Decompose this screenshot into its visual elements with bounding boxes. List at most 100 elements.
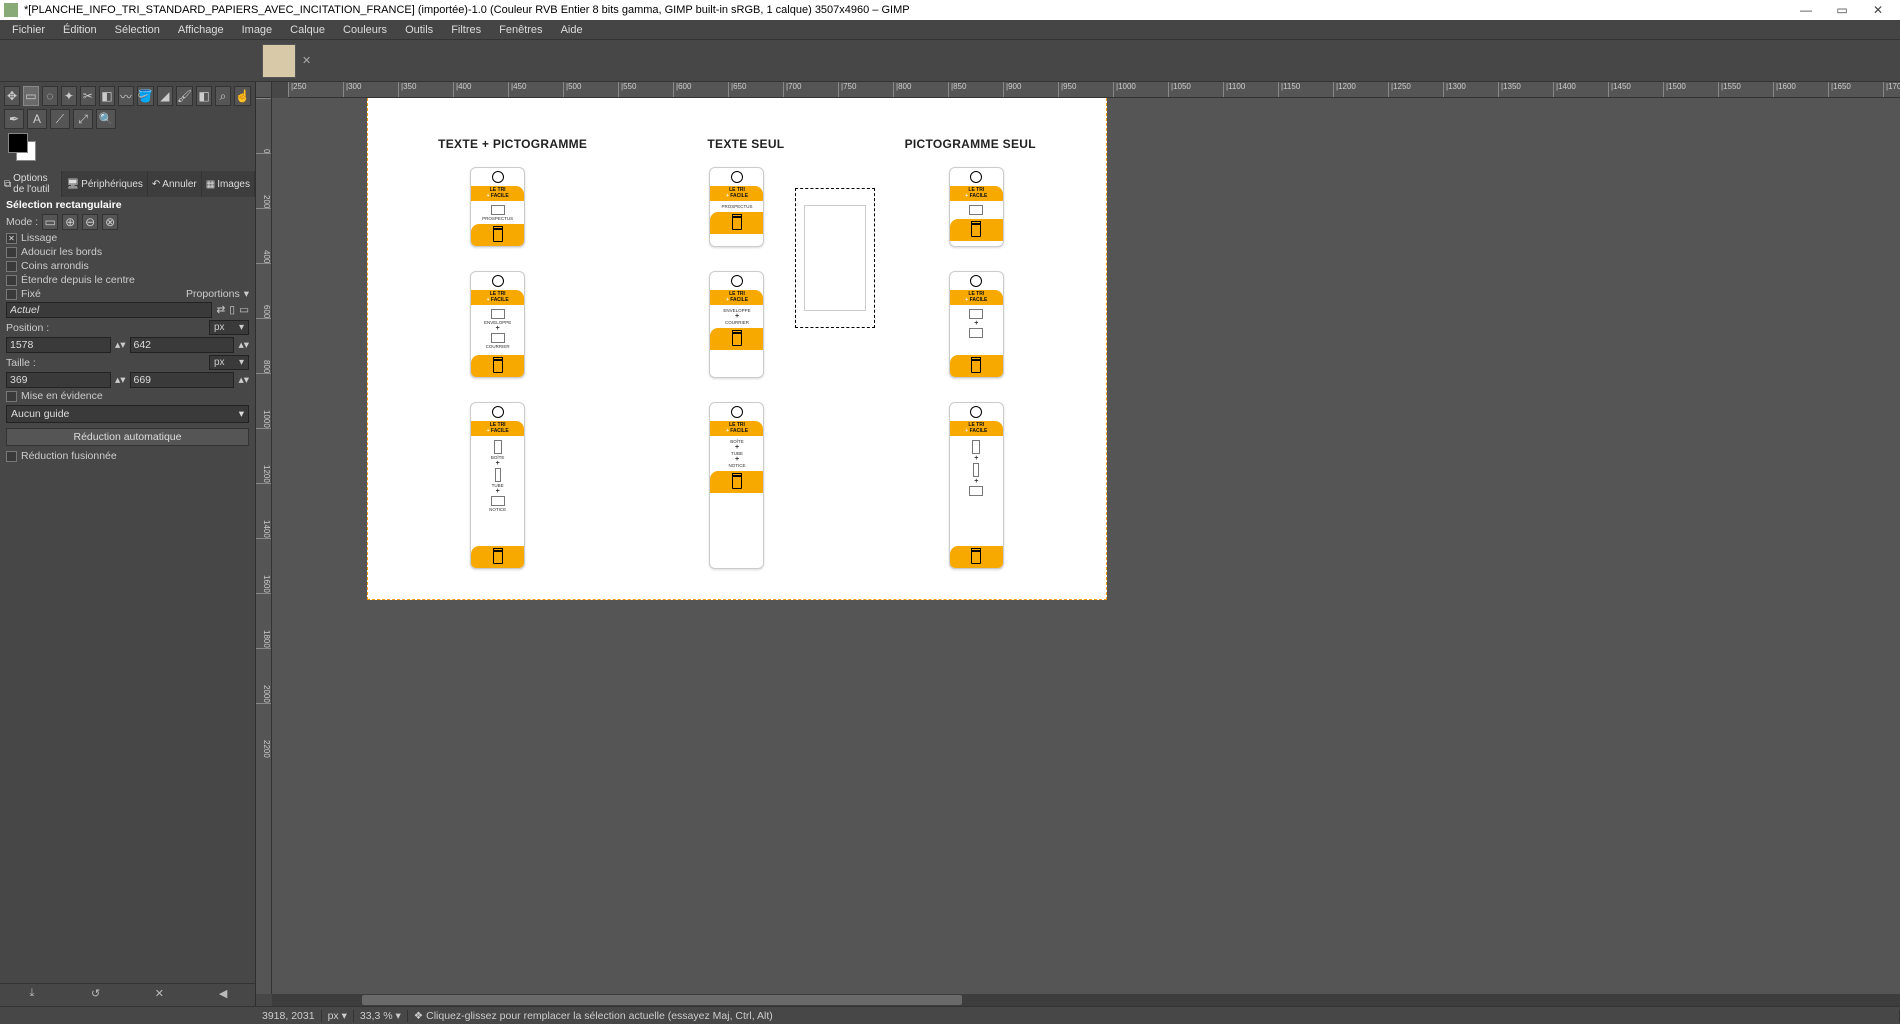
notice-icon: [491, 496, 505, 506]
expand-checkbox[interactable]: [6, 275, 17, 286]
menu-select[interactable]: Sélection: [107, 22, 168, 38]
triman-icon: [492, 171, 504, 183]
position-unit[interactable]: px▾: [209, 320, 249, 335]
menu-filters[interactable]: Filtres: [443, 22, 489, 38]
close-button[interactable]: ✕: [1860, 3, 1896, 17]
reset-icon[interactable]: ◀: [215, 987, 231, 1003]
tool-move[interactable]: ✥: [4, 86, 20, 106]
spinner-icon[interactable]: ▴▾: [115, 339, 126, 351]
size-h-input[interactable]: [130, 372, 235, 388]
bin-icon: [493, 228, 503, 242]
pos-y-input[interactable]: [130, 337, 235, 353]
menu-windows[interactable]: Fenêtres: [491, 22, 550, 38]
tool-gradient[interactable]: ◢: [157, 86, 173, 106]
menu-layer[interactable]: Calque: [282, 22, 333, 38]
spinner-icon[interactable]: ▴▾: [238, 339, 249, 351]
spinner-icon[interactable]: ▴▾: [238, 374, 249, 386]
scrollbar-thumb[interactable]: [362, 995, 962, 1005]
merged-checkbox[interactable]: [6, 451, 17, 462]
tool-crop[interactable]: ✂: [80, 86, 96, 106]
tool-clone[interactable]: ⌕: [215, 86, 231, 106]
tool-bucket[interactable]: 🪣: [137, 86, 154, 106]
tool-smudge[interactable]: ☝: [234, 86, 251, 106]
chevron-down-icon[interactable]: ▾: [244, 288, 249, 300]
fixed-checkbox[interactable]: [6, 289, 17, 300]
label-tile: LE TRI+ FACILEBOÎTE+TUBE+NOTICE: [709, 402, 764, 569]
menu-colors[interactable]: Couleurs: [335, 22, 395, 38]
prospectus-icon: [491, 205, 505, 215]
bin-icon: [971, 359, 981, 373]
menu-help[interactable]: Aide: [553, 22, 591, 38]
landscape-icon[interactable]: ▭: [239, 304, 249, 316]
tool-fuzzy-select[interactable]: ✦: [61, 86, 77, 106]
tool-zoom[interactable]: 🔍: [96, 109, 116, 129]
status-zoom[interactable]: 33,3 % ▾: [354, 1010, 408, 1022]
highlight-checkbox[interactable]: [6, 391, 17, 402]
canvas[interactable]: TEXTE + PICTOGRAMME TEXTE SEUL PICTOGRAM…: [272, 98, 1900, 994]
rounded-checkbox[interactable]: [6, 261, 17, 272]
menu-tools[interactable]: Outils: [397, 22, 441, 38]
tool-rect-select[interactable]: ▭: [23, 86, 39, 106]
ruler-corner[interactable]: [256, 82, 272, 98]
tool-brush[interactable]: 🖌: [176, 86, 193, 106]
size-w-input[interactable]: [6, 372, 111, 388]
aspect-input[interactable]: [6, 302, 212, 318]
tool-warp[interactable]: 〰: [118, 86, 134, 106]
tool-free-select[interactable]: ◌: [42, 86, 58, 106]
tube-icon: [973, 463, 979, 477]
tool-picker[interactable]: ⟋: [50, 109, 70, 129]
tool-path[interactable]: ✒: [4, 109, 24, 129]
triman-icon: [731, 171, 743, 183]
status-bar: 3918, 2031 px ▾ 33,3 % ▾ ❖ Cliquez-gliss…: [0, 1006, 1900, 1024]
label-tile: LE TRI+ FACILEBOÎTE+TUBE+NOTICE: [470, 402, 525, 569]
guides-dropdown[interactable]: Aucun guide▾: [6, 405, 249, 423]
bin-icon: [732, 475, 742, 489]
scrollbar-horizontal[interactable]: [272, 994, 1900, 1006]
tab-undo[interactable]: ↶ Annuler: [148, 171, 202, 197]
mode-subtract[interactable]: ⊖: [82, 214, 98, 230]
label-tile: LE TRI+ FACILEPROSPECTUS: [470, 167, 525, 247]
menubar: Fichier Édition Sélection Affichage Imag…: [0, 20, 1900, 40]
maximize-button[interactable]: ▭: [1824, 3, 1860, 17]
ruler-horizontal[interactable]: |250|300|350|400|450|500|550|600|650|700…: [288, 82, 1900, 98]
tab-devices[interactable]: 🖥 Périphériques: [62, 171, 147, 197]
feather-label: Adoucir les bords: [21, 246, 102, 258]
tool-eraser[interactable]: ◧: [196, 86, 212, 106]
delete-icon[interactable]: ✕: [151, 987, 167, 1003]
swap-icon[interactable]: ⇄: [216, 304, 225, 316]
status-unit[interactable]: px ▾: [322, 1010, 354, 1022]
selection-marquee[interactable]: [795, 188, 875, 328]
fg-color[interactable]: [8, 133, 28, 153]
mode-replace[interactable]: ▭: [42, 214, 58, 230]
color-swatches[interactable]: [8, 133, 48, 163]
ruler-vertical[interactable]: 0200400600800100012001400160018002000220…: [256, 98, 272, 994]
tube-icon: [495, 468, 501, 482]
menu-edit[interactable]: Édition: [55, 22, 105, 38]
mode-add[interactable]: ⊕: [62, 214, 78, 230]
menu-image[interactable]: Image: [234, 22, 281, 38]
spinner-icon[interactable]: ▴▾: [115, 374, 126, 386]
tool-measure[interactable]: ⤢: [73, 109, 93, 129]
label-tile: LE TRI+ FACILEENVELOPPE+COURRIER: [709, 271, 764, 378]
tool-text[interactable]: A: [27, 109, 47, 129]
minimize-button[interactable]: ―: [1788, 3, 1824, 17]
menu-file[interactable]: Fichier: [4, 22, 53, 38]
pos-x-input[interactable]: [6, 337, 111, 353]
tab-images[interactable]: ▦ Images: [202, 171, 255, 197]
antialias-checkbox[interactable]: [6, 233, 17, 244]
feather-checkbox[interactable]: [6, 247, 17, 258]
portrait-icon[interactable]: ▯: [229, 304, 235, 316]
image-tab-thumb[interactable]: [262, 44, 296, 78]
restore-icon[interactable]: ↺: [88, 987, 104, 1003]
size-unit[interactable]: px▾: [209, 355, 249, 370]
tab-tool-options[interactable]: ⧉ Options de l'outil: [0, 171, 62, 197]
save-preset-icon[interactable]: ⤓: [24, 987, 40, 1003]
mode-intersect[interactable]: ⊗: [102, 214, 118, 230]
image-tab-close-icon[interactable]: ✕: [302, 54, 311, 67]
bin-icon: [971, 550, 981, 564]
autoshrink-button[interactable]: Réduction automatique: [6, 428, 249, 446]
menu-view[interactable]: Affichage: [170, 22, 232, 38]
canvas-area: |250|300|350|400|450|500|550|600|650|700…: [256, 82, 1900, 1006]
fixed-value[interactable]: Proportions: [45, 288, 240, 300]
tool-transform[interactable]: ◧: [99, 86, 115, 106]
